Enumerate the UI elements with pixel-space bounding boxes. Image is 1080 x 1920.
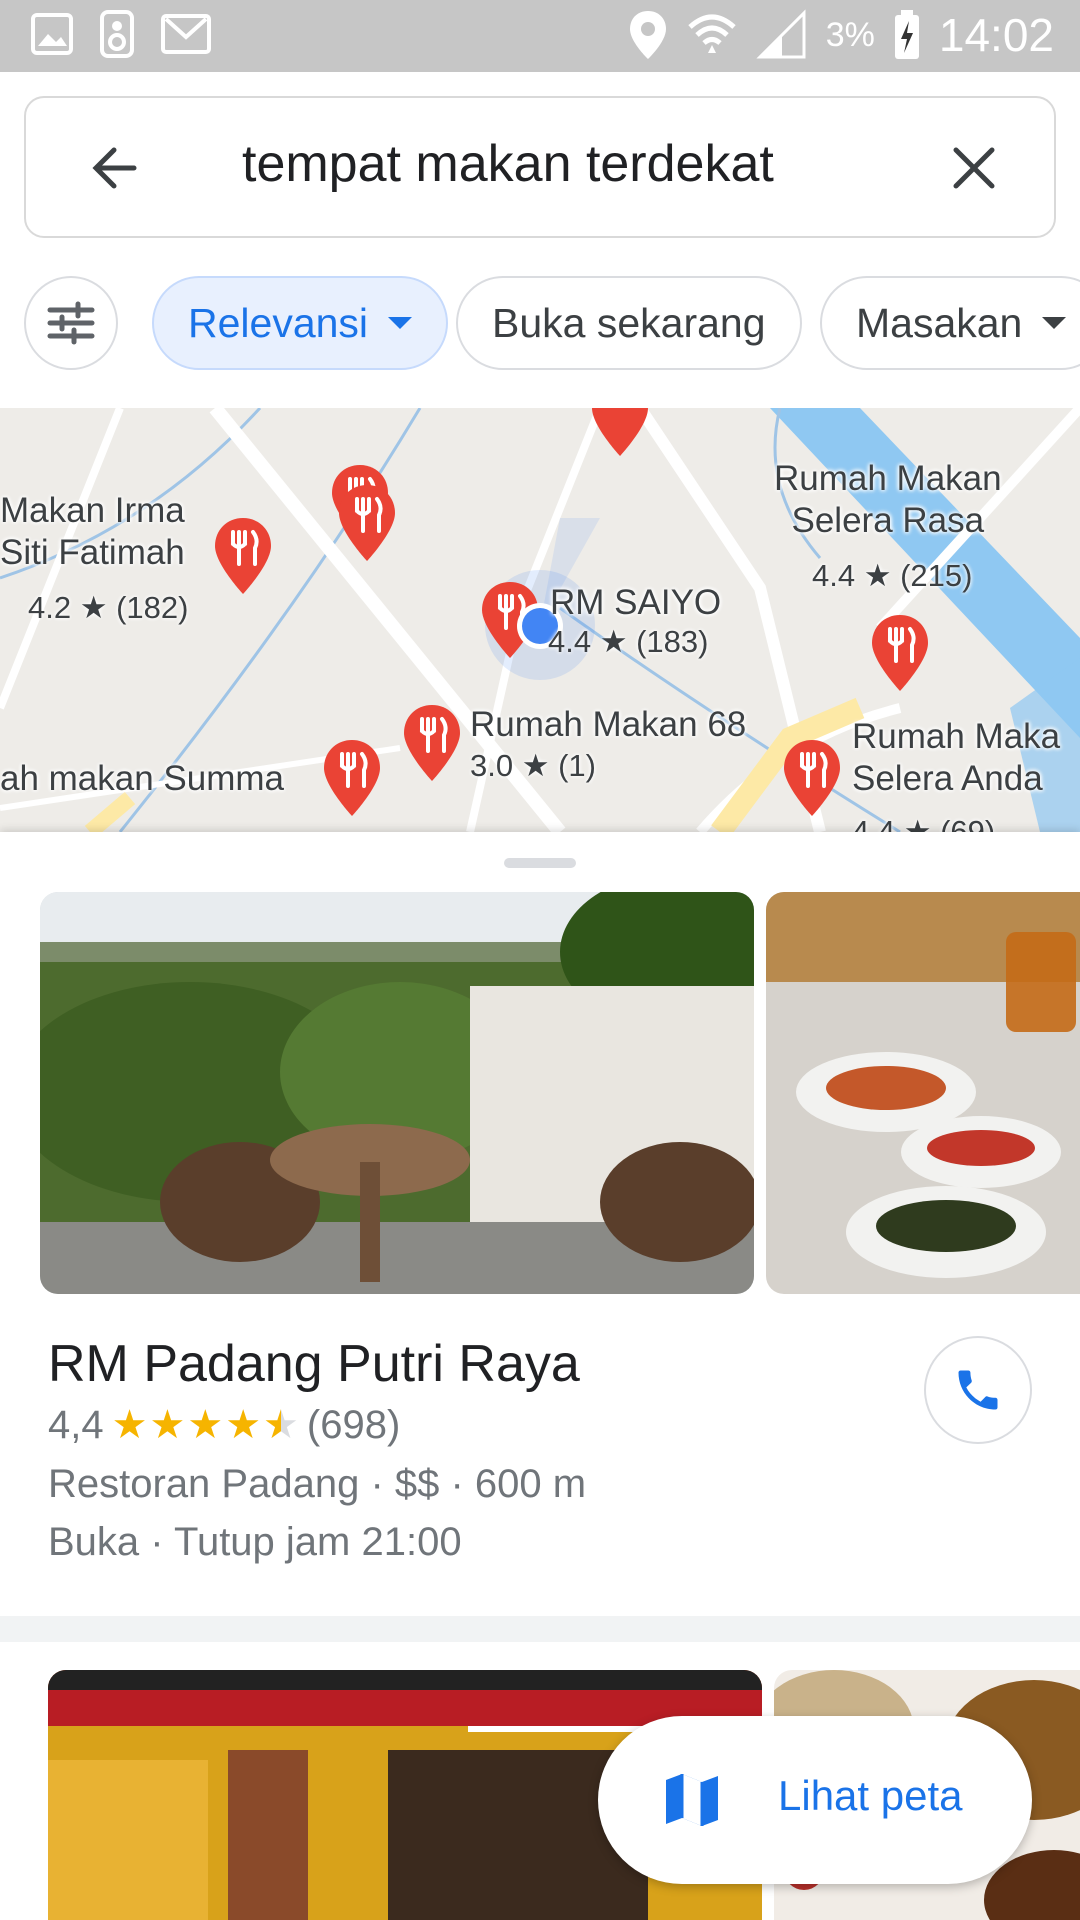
chip-label: Masakan — [856, 299, 1023, 346]
chip-label: Relevansi — [188, 299, 369, 346]
phone-icon — [958, 1370, 998, 1410]
map-place-label[interactable]: Rumah Maka Selera Anda — [852, 716, 1060, 800]
signal-icon — [756, 9, 806, 59]
battery-percent: 3% — [825, 15, 875, 54]
status-left-icons — [30, 10, 212, 58]
battery-charging-icon — [894, 10, 919, 59]
chip-label: Buka sekarang — [492, 299, 766, 346]
wifi-icon — [688, 14, 736, 53]
review-count: (698) — [306, 1402, 401, 1447]
image-icon — [31, 13, 73, 55]
arrow-back-icon[interactable] — [86, 138, 146, 198]
tune-icon — [47, 301, 95, 345]
map-view[interactable]: Makan Irma Siti Fatimah 4.2 ★ (182) RM S… — [0, 408, 1080, 832]
chevron-down-icon — [388, 317, 413, 329]
drag-handle[interactable] — [504, 858, 576, 868]
rating-stars: ★ ★ ★ ★ ★ — [112, 1402, 299, 1448]
map-place-rating: 3.0 ★ (1) — [470, 748, 596, 783]
place-photo[interactable] — [40, 892, 754, 1294]
place-category: Restoran Padang · $$ · 600 m — [48, 1462, 587, 1506]
map-place-rating: 4.4 ★ (215) — [812, 558, 973, 593]
view-map-button[interactable]: Lihat peta — [598, 1716, 1032, 1884]
status-bar: 3% 14:02 — [0, 0, 1080, 72]
restaurant-pin[interactable] — [782, 738, 842, 818]
star-icon: ★ — [149, 1403, 186, 1447]
map-place-rating: 4.2 ★ (182) — [28, 590, 189, 625]
chip-buka-sekarang[interactable]: Buka sekarang — [456, 276, 802, 370]
rating-line: 4,4 ★ ★ ★ ★ ★ (698) — [48, 1402, 400, 1448]
map-place-label[interactable]: RM SAIYO — [550, 582, 721, 624]
maps-screen: 3% 14:02 tempat makan terdekat Relevansi… — [0, 0, 1080, 1920]
restaurant-pin[interactable] — [322, 738, 382, 818]
rating-value: 4,4 — [48, 1402, 104, 1447]
map-place-label[interactable]: ah makan Summa — [0, 758, 284, 800]
map-icon — [666, 1774, 718, 1826]
close-icon[interactable] — [944, 138, 1004, 198]
place-photo-image — [40, 892, 754, 1294]
result-divider — [0, 1616, 1080, 1642]
star-icon: ★ — [225, 1403, 262, 1447]
filter-button[interactable] — [24, 276, 118, 370]
filter-chips: Relevansi Buka sekarang Masakan — [0, 276, 1080, 372]
map-place-label[interactable]: Rumah Makan Selera Rasa — [774, 458, 1002, 542]
map-place-rating: 4.4 ★ (69) — [852, 814, 996, 832]
map-place-label[interactable]: Makan Irma Siti Fatimah — [0, 490, 185, 574]
recorder-icon — [100, 10, 134, 58]
chip-masakan[interactable]: Masakan — [820, 276, 1080, 370]
restaurant-pin[interactable] — [213, 516, 273, 596]
restaurant-pin[interactable] — [870, 613, 930, 693]
place-name[interactable]: RM Padang Putri Raya — [48, 1334, 580, 1394]
location-icon — [629, 11, 666, 59]
call-button[interactable] — [924, 1336, 1032, 1444]
restaurant-pin[interactable] — [337, 483, 397, 563]
map-place-rating: 4.4 ★ (183) — [548, 624, 709, 659]
restaurant-pin[interactable] — [590, 408, 650, 458]
chevron-down-icon — [1042, 317, 1067, 329]
map-place-label[interactable]: Rumah Makan 68 — [470, 704, 746, 746]
status-right-icons: 3% 14:02 — [628, 8, 1054, 62]
chip-relevansi[interactable]: Relevansi — [152, 276, 449, 370]
status-time: 14:02 — [938, 9, 1054, 61]
mail-icon — [161, 14, 211, 54]
star-half-icon: ★ — [263, 1403, 299, 1447]
star-icon: ★ — [111, 1403, 148, 1447]
place-photo[interactable] — [766, 892, 1080, 1294]
search-bar[interactable]: tempat makan terdekat — [24, 96, 1056, 238]
restaurant-pin[interactable] — [402, 703, 462, 783]
place-hours: Buka · Tutup jam 21:00 — [48, 1520, 462, 1564]
view-map-label: Lihat peta — [778, 1772, 963, 1819]
search-input[interactable]: tempat makan terdekat — [242, 134, 774, 194]
star-icon: ★ — [187, 1403, 224, 1447]
place-photo-image — [766, 892, 1080, 1294]
